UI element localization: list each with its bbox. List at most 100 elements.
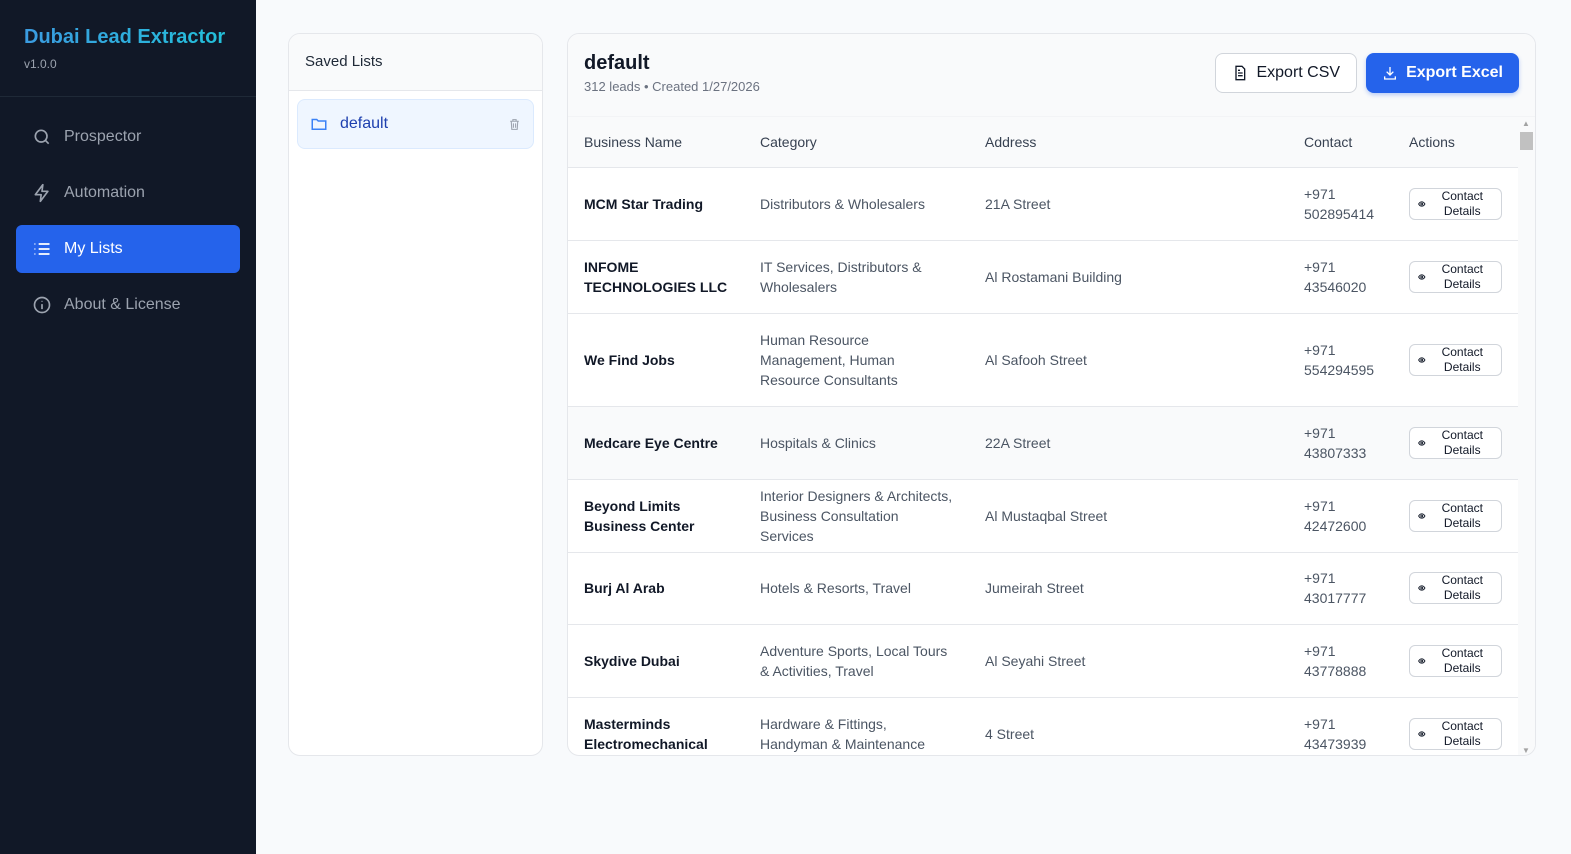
category: IT Services, Distributors & Wholesalers — [744, 240, 969, 314]
header-category: Category — [744, 117, 969, 168]
contact-details-label: Contact Details — [1441, 427, 1483, 457]
contact-details-label: Contact Details — [1441, 500, 1483, 530]
category: Human Resource Management, Human Resourc… — [744, 313, 969, 407]
nav-item-prospector[interactable]: Prospector — [16, 113, 240, 161]
file-icon — [1235, 65, 1246, 81]
search-icon — [34, 129, 50, 145]
table-row[interactable]: Masterminds Electromechanical Hardware &… — [568, 697, 1519, 755]
category: Adventure Sports, Local Tours & Activiti… — [744, 624, 969, 698]
nav-item-my-lists[interactable]: My Lists — [16, 225, 240, 273]
sidebar: Dubai Lead Extractor v1.0.0 Prospector A… — [0, 0, 256, 854]
folder-icon — [311, 118, 327, 130]
address: Al Mustaqbal Street — [969, 479, 1288, 553]
table-row[interactable]: We Find Jobs Human Resource Management, … — [568, 313, 1519, 407]
business-name: Masterminds Electromechanical — [568, 697, 744, 755]
table-row[interactable]: MCM Star Trading Distributors & Wholesal… — [568, 167, 1519, 241]
category: Interior Designers & Architects, Busines… — [744, 479, 969, 553]
eye-icon — [1418, 200, 1426, 207]
eye-icon — [1418, 512, 1426, 519]
app-title: Dubai Lead Extractor — [24, 26, 232, 49]
brand: Dubai Lead Extractor v1.0.0 — [0, 0, 256, 97]
header-actions: Actions — [1393, 117, 1519, 168]
contact-details-label: Contact Details — [1441, 261, 1483, 291]
export-csv-label: Export CSV — [1256, 64, 1341, 81]
address: Al Safooh Street — [969, 313, 1288, 407]
category: Hotels & Resorts, Travel — [744, 552, 969, 625]
eye-icon — [1418, 585, 1426, 591]
address: 4 Street — [969, 697, 1288, 755]
eye-icon — [1418, 657, 1426, 664]
table-row[interactable]: Beyond Limits Business Center Interior D… — [568, 479, 1519, 553]
export-excel-label: Export Excel — [1406, 64, 1503, 81]
scrollbar-thumb[interactable] — [1520, 132, 1533, 150]
nav-label: Prospector — [64, 128, 142, 145]
nav-item-automation[interactable]: Automation — [16, 169, 240, 217]
eye-icon — [1418, 273, 1426, 280]
contact: +971 43546020 — [1288, 240, 1393, 314]
eye-icon — [1418, 439, 1426, 446]
list-header: default 312 leads • Created 1/27/2026 Ex… — [568, 34, 1535, 117]
contact-details-button[interactable]: Contact Details — [1409, 644, 1502, 677]
eye-icon — [1418, 356, 1426, 363]
business-name: INFOME TECHNOLOGIES LLC — [568, 240, 744, 314]
address: 22A Street — [969, 406, 1288, 480]
header-address: Address — [969, 117, 1288, 168]
eye-icon — [1418, 730, 1426, 737]
table-scrollbar[interactable]: ▲ ▼ — [1518, 117, 1535, 755]
nav: Prospector Automation My Lists About & L… — [0, 97, 256, 353]
bolt-icon — [34, 183, 49, 203]
app-version: v1.0.0 — [24, 57, 57, 71]
nav-label: Automation — [64, 184, 145, 201]
address: Al Seyahi Street — [969, 624, 1288, 698]
contact-details-label: Contact Details — [1441, 645, 1483, 675]
trash-icon[interactable] — [508, 118, 521, 131]
contact-details-button[interactable]: Contact Details — [1409, 260, 1502, 293]
scroll-down-arrow-icon[interactable]: ▼ — [1522, 746, 1530, 755]
export-csv-button[interactable]: Export CSV — [1215, 53, 1358, 93]
contact-details-button[interactable]: Contact Details — [1409, 426, 1502, 459]
business-name: Burj Al Arab — [568, 552, 744, 625]
contact-details-button[interactable]: Contact Details — [1409, 572, 1502, 604]
info-icon — [33, 296, 51, 314]
leads-table: Business Name Category Address Contact A… — [568, 117, 1519, 755]
contact: +971 42472600 — [1288, 479, 1393, 553]
saved-lists-title: Saved Lists — [289, 34, 542, 91]
address: 21A Street — [969, 167, 1288, 241]
list-detail-card: default 312 leads • Created 1/27/2026 Ex… — [567, 33, 1536, 756]
contact: +971 554294595 — [1288, 313, 1393, 407]
contact-details-label: Contact Details — [1441, 718, 1483, 748]
nav-label: My Lists — [64, 240, 123, 257]
header-contact: Contact — [1288, 117, 1393, 168]
contact: +971 43017777 — [1288, 552, 1393, 625]
download-icon — [1384, 67, 1397, 80]
leads-table-container: Business Name Category Address Contact A… — [568, 117, 1519, 755]
address: Al Rostamani Building — [969, 240, 1288, 314]
table-row[interactable]: Burj Al Arab Hotels & Resorts, Travel Ju… — [568, 552, 1519, 625]
business-name: Skydive Dubai — [568, 624, 744, 698]
saved-list-label: default — [340, 115, 389, 132]
contact-details-button[interactable]: Contact Details — [1409, 343, 1502, 376]
contact-details-label: Contact Details — [1441, 188, 1483, 218]
contact: +971 43778888 — [1288, 624, 1393, 698]
business-name: We Find Jobs — [568, 313, 744, 407]
header-business-name: Business Name — [568, 117, 744, 168]
contact: +971 43807333 — [1288, 406, 1393, 480]
category: Hardware & Fittings, Handyman & Maintena… — [744, 697, 969, 755]
saved-lists-panel: Saved Lists default — [288, 33, 543, 756]
contact-details-label: Contact Details — [1441, 573, 1483, 602]
contact-details-button[interactable]: Contact Details — [1409, 499, 1502, 532]
table-row[interactable]: Medcare Eye Centre Hospitals & Clinics 2… — [568, 406, 1519, 480]
table-row[interactable]: INFOME TECHNOLOGIES LLC IT Services, Dis… — [568, 240, 1519, 314]
category: Hospitals & Clinics — [744, 406, 969, 480]
business-name: MCM Star Trading — [568, 167, 744, 241]
address: Jumeirah Street — [969, 552, 1288, 625]
contact-details-button[interactable]: Contact Details — [1409, 187, 1502, 220]
nav-item-about[interactable]: About & License — [16, 281, 240, 329]
table-row[interactable]: Skydive Dubai Adventure Sports, Local To… — [568, 624, 1519, 698]
export-excel-button[interactable]: Export Excel — [1366, 53, 1519, 93]
scroll-up-arrow-icon[interactable]: ▲ — [1522, 119, 1530, 128]
contact-details-button[interactable]: Contact Details — [1409, 717, 1502, 750]
business-name: Beyond Limits Business Center — [568, 479, 744, 553]
saved-list-item[interactable]: default — [297, 99, 534, 149]
contact: +971 43473939 — [1288, 697, 1393, 755]
